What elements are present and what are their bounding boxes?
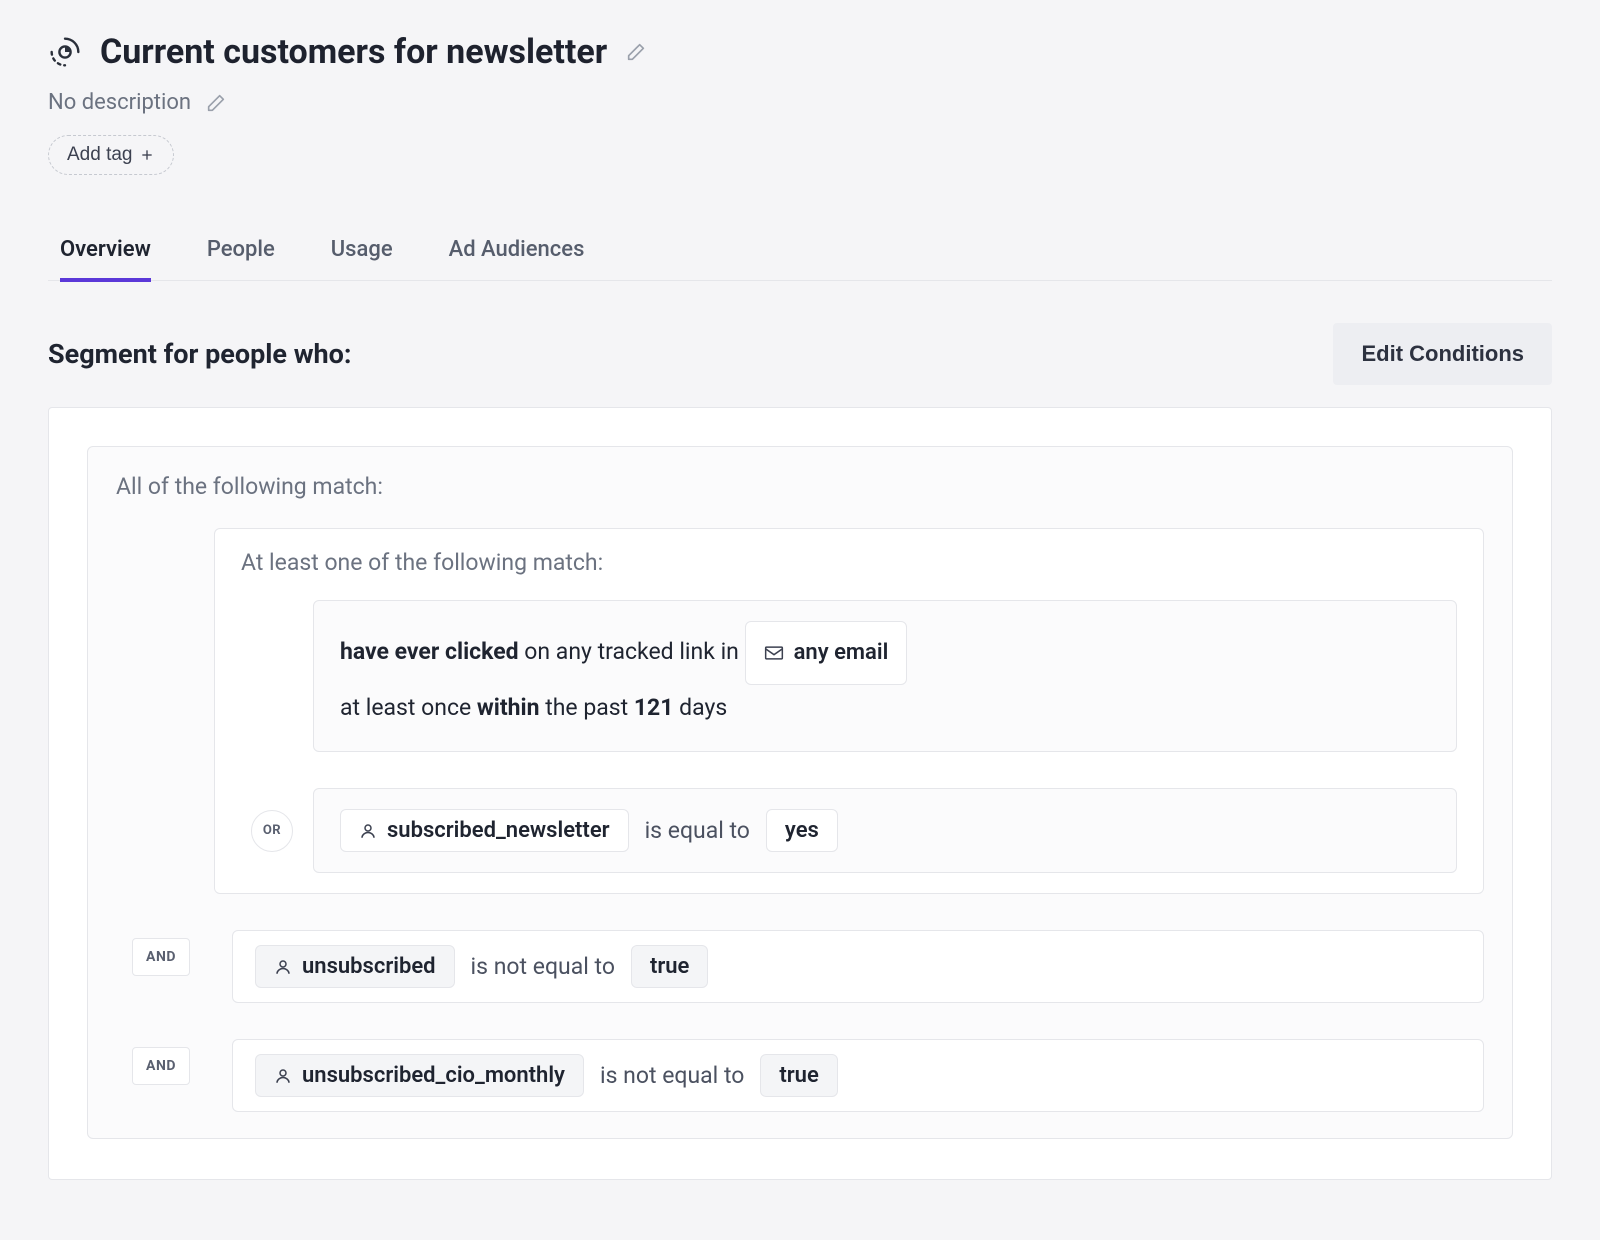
tab-people[interactable]: People (207, 223, 275, 280)
or-badge: OR (251, 810, 293, 852)
edit-title-icon[interactable] (625, 41, 647, 63)
and-condition-2-row: AND unsubscribed_cio_monthly is not equa… (116, 1039, 1484, 1112)
attribute-pill-unsubscribed[interactable]: unsubscribed (255, 945, 455, 988)
at-least-once-text: at least once (340, 694, 477, 721)
add-tag-label: Add tag (67, 144, 133, 166)
or-condition-event: have ever clicked on any tracked link in… (313, 600, 1457, 752)
tab-overview[interactable]: Overview (60, 223, 151, 280)
outer-and-group: All of the following match: At least one… (87, 446, 1513, 1139)
any-email-pill[interactable]: any email (745, 621, 908, 685)
days-count: 121 (634, 694, 674, 721)
attribute-name: unsubscribed (302, 954, 436, 979)
edit-description-icon[interactable] (205, 92, 227, 114)
at-least-one-label: At least one of the following match: (241, 549, 1457, 576)
or-condition-attribute: subscribed_newsletter is equal to yes (313, 788, 1457, 873)
and-condition-unsubscribed: unsubscribed is not equal to true (232, 930, 1484, 1003)
person-icon (359, 822, 377, 840)
and-condition-unsubscribed-cio: unsubscribed_cio_monthly is not equal to… (232, 1039, 1484, 1112)
operator-text: is equal to (645, 817, 750, 844)
segment-header: Segment for people who: (48, 338, 352, 370)
or-condition-1-wrapper: have ever clicked on any tracked link in… (313, 600, 1457, 752)
days-text: days (673, 694, 727, 721)
value-pill-yes[interactable]: yes (766, 809, 838, 852)
value-pill-true[interactable]: true (760, 1054, 837, 1097)
header-row: Current customers for newsletter (48, 32, 1552, 72)
value-text: yes (785, 818, 819, 843)
any-email-label: any email (794, 630, 889, 676)
all-match-label: All of the following match: (116, 473, 1484, 500)
and-condition-1-row: AND unsubscribed is not equal to true (116, 930, 1484, 1003)
tabs: Overview People Usage Ad Audiences (48, 223, 1552, 281)
value-text: true (779, 1063, 818, 1088)
person-icon (274, 1067, 292, 1085)
have-clicked-text: have ever clicked (340, 638, 519, 665)
attribute-pill-subscribed[interactable]: subscribed_newsletter (340, 809, 629, 852)
attribute-name: unsubscribed_cio_monthly (302, 1063, 565, 1088)
plus-icon (139, 147, 155, 163)
edit-conditions-button[interactable]: Edit Conditions (1333, 323, 1552, 385)
tab-ad-audiences[interactable]: Ad Audiences (449, 223, 585, 280)
page-title: Current customers for newsletter (100, 32, 607, 72)
conditions-card: All of the following match: At least one… (48, 407, 1552, 1180)
description-text: No description (48, 90, 191, 115)
and-badge: AND (132, 938, 190, 976)
description-row: No description (48, 90, 1552, 115)
tracked-link-text: on any tracked link in (519, 638, 745, 665)
envelope-icon (764, 645, 784, 661)
the-past-text: the past (540, 694, 634, 721)
operator-text: is not equal to (471, 953, 615, 980)
attribute-name: subscribed_newsletter (387, 818, 610, 843)
segment-icon (48, 35, 82, 69)
operator-text: is not equal to (600, 1062, 744, 1089)
person-icon (274, 958, 292, 976)
or-group: At least one of the following match: hav… (214, 528, 1484, 894)
value-text: true (650, 954, 689, 979)
add-tag-button[interactable]: Add tag (48, 135, 174, 175)
or-condition-2-wrapper: OR subscribed_newsletter is equal (313, 788, 1457, 873)
tab-usage[interactable]: Usage (331, 223, 393, 280)
within-text: within (477, 694, 540, 721)
attribute-pill-unsubscribed-cio[interactable]: unsubscribed_cio_monthly (255, 1054, 584, 1097)
value-pill-true[interactable]: true (631, 945, 708, 988)
and-badge: AND (132, 1047, 190, 1085)
